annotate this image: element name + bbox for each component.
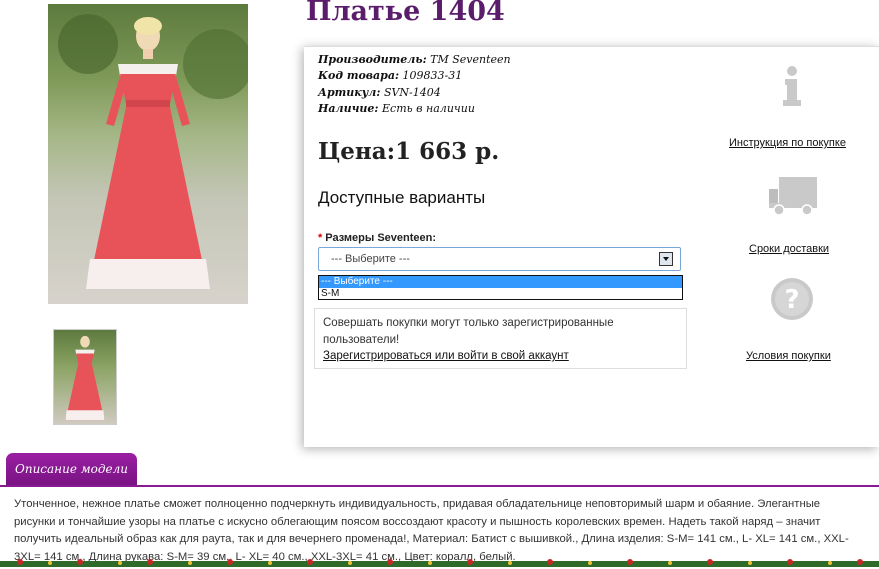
manufacturer-label: Производитель:	[318, 53, 427, 66]
instruction-link[interactable]: Инструкция по покупке	[729, 137, 846, 149]
register-login-link[interactable]: Зарегистрироваться или войти в свой акка…	[323, 348, 678, 365]
product-meta: Производитель: ТМ Seventeen Код товара: …	[318, 52, 511, 117]
code-value: 109833-31	[402, 69, 463, 83]
conditions-link[interactable]: Условия покупки	[746, 350, 831, 362]
availability-label: Наличие:	[318, 101, 379, 115]
info-icon[interactable]	[780, 65, 804, 107]
delivery-link[interactable]: Сроки доставки	[749, 243, 829, 255]
manufacturer-row: Производитель: ТМ Seventeen	[318, 52, 511, 68]
manufacturer-value: ТМ Seventeen	[430, 53, 511, 66]
availability-value: Есть в наличии	[382, 101, 475, 115]
size-select[interactable]: --- Выберите ---	[318, 247, 681, 271]
article-label: Артикул:	[318, 85, 381, 99]
chevron-down-icon[interactable]	[659, 252, 673, 266]
notice-text: Совершать покупки могут только зарегистр…	[323, 317, 614, 346]
availability-row: Наличие: Есть в наличии	[318, 101, 511, 117]
product-price: Цена:1 663 р.	[318, 138, 500, 165]
code-label: Код товара:	[318, 69, 400, 83]
product-title: Платье 1404	[306, 0, 505, 27]
article-row: Артикул: SVN-1404	[318, 85, 511, 101]
truck-icon[interactable]	[769, 175, 819, 217]
product-main-photo[interactable]	[48, 4, 248, 304]
article-value: SVN-1404	[383, 85, 441, 99]
question-icon[interactable]: ?	[770, 277, 814, 321]
tab-description[interactable]: Описание модели	[6, 453, 137, 485]
garland-decoration	[0, 559, 879, 567]
size-option-placeholder[interactable]: --- Выберите ---	[319, 276, 682, 288]
product-info-panel: Производитель: ТМ Seventeen Код товара: …	[304, 46, 879, 447]
size-option-s-m[interactable]: S-M	[319, 288, 682, 300]
variants-title: Доступные варианты	[318, 188, 486, 207]
sizes-label-text: Размеры Seventeen:	[325, 232, 437, 244]
registration-notice: Совершать покупки могут только зарегистр…	[314, 308, 687, 369]
sizes-label: * Размеры Seventeen:	[318, 232, 436, 244]
code-row: Код товара: 109833-31	[318, 68, 511, 84]
product-thumbnail[interactable]	[53, 329, 117, 425]
size-dropdown-list[interactable]: --- Выберите --- S-M	[318, 275, 683, 300]
svg-text:?: ?	[784, 285, 799, 315]
required-mark: *	[318, 232, 323, 244]
size-select-value: --- Выберите ---	[331, 253, 410, 265]
